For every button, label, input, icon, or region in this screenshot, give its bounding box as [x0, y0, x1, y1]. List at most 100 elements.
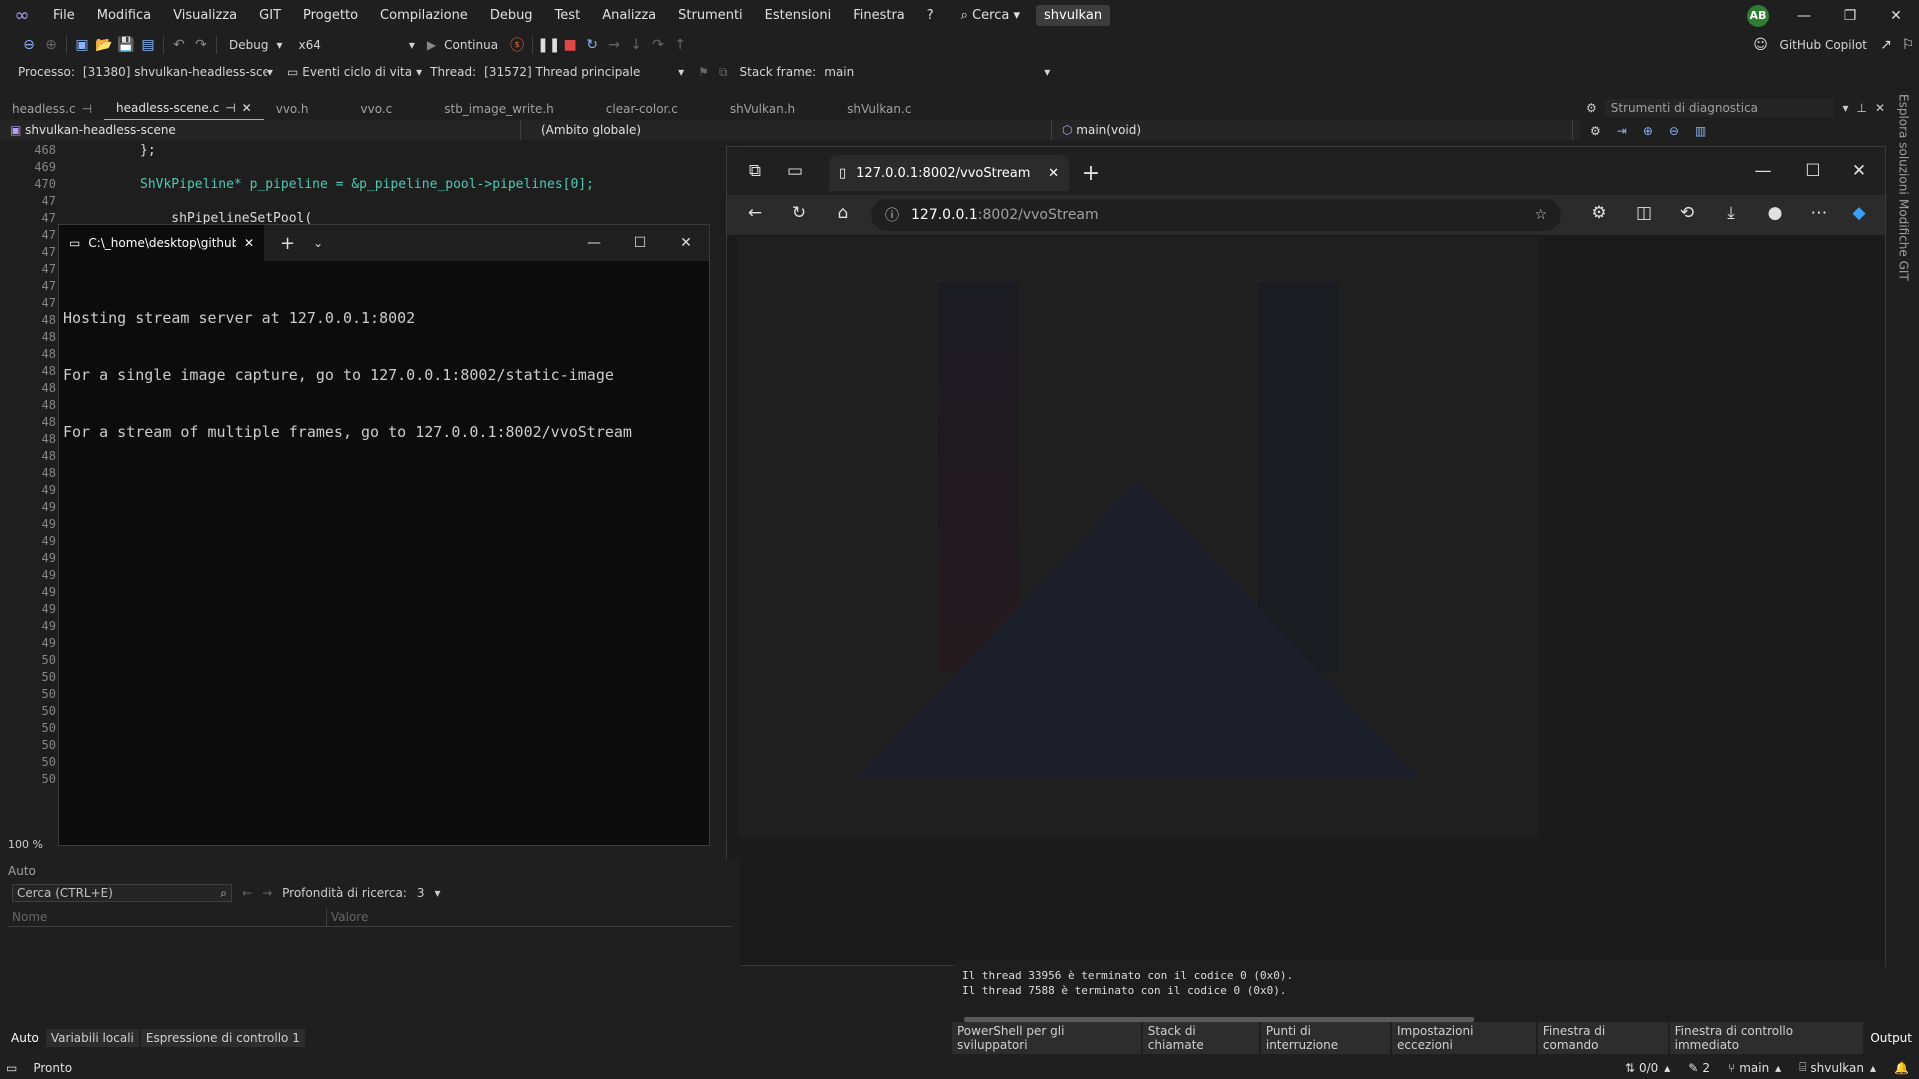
- branch-name[interactable]: main: [1739, 1061, 1769, 1075]
- process-dropdown[interactable]: [31380] shvulkan-headless-scene.e: [79, 65, 267, 79]
- scope-dropdown[interactable]: (Ambito globale): [521, 120, 1052, 140]
- menu-estensioni[interactable]: Estensioni: [754, 0, 843, 31]
- history-icon[interactable]: ⟲: [1675, 203, 1699, 223]
- search-forward-icon[interactable]: →: [262, 886, 272, 900]
- restart-icon[interactable]: ↻: [581, 37, 603, 53]
- menu-analizza[interactable]: Analizza: [591, 0, 667, 31]
- tab-call-stack[interactable]: Stack di chiamate: [1142, 1022, 1259, 1054]
- workspaces-icon[interactable]: ⧉: [743, 161, 767, 181]
- close-icon[interactable]: ✕: [663, 235, 709, 251]
- tab-vvo-c[interactable]: vvo.c: [320, 98, 404, 120]
- profile-icon[interactable]: ●: [1763, 203, 1787, 223]
- search-depth-dropdown[interactable]: 3: [417, 886, 425, 900]
- git-changes-count[interactable]: 0/0: [1639, 1061, 1658, 1075]
- project-dropdown[interactable]: ▣ shvulkan-headless-scene: [0, 120, 521, 140]
- terminal-tab[interactable]: ▭ C:\_home\desktop\github\sh ✕: [59, 225, 264, 261]
- back-icon[interactable]: ←: [743, 203, 767, 223]
- new-item-icon[interactable]: ▣: [71, 37, 93, 53]
- menu-progetto[interactable]: Progetto: [292, 0, 369, 31]
- tab-actions-icon[interactable]: ▭: [783, 161, 807, 181]
- tab-stb-image-write-h[interactable]: stb_image_write.h: [404, 98, 566, 120]
- settings-icon[interactable]: ⚙: [1586, 101, 1597, 115]
- stackframe-dropdown[interactable]: main: [824, 65, 1044, 79]
- copilot-icon[interactable]: ◆: [1847, 203, 1871, 223]
- lifecycle-events-button[interactable]: Eventi ciclo di vita: [298, 65, 416, 79]
- thread-dropdown[interactable]: [31572] Thread principale: [480, 65, 678, 79]
- menu-test[interactable]: Test: [544, 0, 592, 31]
- pin-icon[interactable]: ⊣: [82, 98, 92, 120]
- tab-watch-1[interactable]: Espressione di controllo 1: [140, 1029, 305, 1047]
- pin-icon[interactable]: ⊣: [225, 97, 235, 119]
- menu-modifica[interactable]: Modifica: [86, 0, 162, 31]
- redo-icon[interactable]: ↷: [190, 37, 212, 53]
- account-avatar[interactable]: AB: [1747, 4, 1769, 27]
- tab-vvo-h[interactable]: vvo.h: [264, 98, 321, 120]
- autos-search-input[interactable]: Cerca (CTRL+E) ⌕: [12, 884, 232, 902]
- close-icon[interactable]: ✕: [1873, 8, 1919, 24]
- minimize-icon[interactable]: —: [571, 235, 617, 251]
- url-field[interactable]: ⓘ 127.0.0.1:8002/vvoStream ☆: [871, 199, 1561, 231]
- close-icon[interactable]: ✕: [1875, 101, 1885, 115]
- zoom-out-icon[interactable]: ⊖: [1669, 124, 1679, 138]
- menu-file[interactable]: File: [42, 0, 86, 31]
- configuration-dropdown[interactable]: Debug: [221, 38, 276, 52]
- restore-icon[interactable]: ❐: [1827, 8, 1873, 24]
- hot-reload-icon[interactable]: ⓢ: [506, 35, 528, 55]
- tab-output[interactable]: Output: [1865, 1029, 1917, 1047]
- browser-tab[interactable]: ▯ 127.0.0.1:8002/vvoStream ✕: [829, 155, 1069, 191]
- tab-locals[interactable]: Variabili locali: [45, 1029, 139, 1047]
- maximize-icon[interactable]: ☐: [1801, 161, 1825, 181]
- git-changes-rail-tab[interactable]: Modifiche GIT: [1897, 199, 1911, 281]
- terminal-output[interactable]: Hosting stream server at 127.0.0.1:8002 …: [59, 261, 709, 490]
- chart-icon[interactable]: ▥: [1695, 124, 1706, 138]
- diagnostic-tools-title[interactable]: Strumenti di diagnostica: [1604, 99, 1835, 117]
- minimize-icon[interactable]: —: [1751, 161, 1775, 181]
- step-over-icon[interactable]: ↷: [647, 37, 669, 53]
- save-all-icon[interactable]: ▤: [137, 37, 159, 53]
- tab-shvulkan-h[interactable]: shVulkan.h: [690, 98, 807, 120]
- menu-help[interactable]: ?: [916, 0, 945, 31]
- member-dropdown[interactable]: ⬡ main(void): [1052, 120, 1573, 140]
- github-copilot-button[interactable]: GitHub Copilot: [1772, 38, 1875, 52]
- search-back-icon[interactable]: ←: [242, 886, 252, 900]
- menu-compilazione[interactable]: Compilazione: [369, 0, 479, 31]
- zoom-level[interactable]: 100 %: [8, 838, 43, 851]
- split-screen-icon[interactable]: ◫: [1632, 203, 1656, 223]
- navigate-back-icon[interactable]: ⊖: [18, 37, 40, 53]
- tab-headless-scene-c[interactable]: headless-scene.c ⊣ ✕: [104, 97, 264, 121]
- step-into-icon[interactable]: ↓: [625, 37, 647, 53]
- column-header-value[interactable]: Valore: [327, 908, 372, 926]
- close-icon[interactable]: ✕: [1847, 161, 1871, 181]
- refresh-icon[interactable]: ↻: [787, 203, 811, 223]
- show-next-statement-icon[interactable]: →: [603, 37, 625, 53]
- downloads-icon[interactable]: ⤓: [1719, 203, 1743, 223]
- solution-explorer-rail-tab[interactable]: Esplora soluzioni: [1897, 94, 1911, 195]
- continue-button[interactable]: Continua: [436, 38, 506, 52]
- tab-clear-color-c[interactable]: clear-color.c: [566, 98, 690, 120]
- menu-finestra[interactable]: Finestra: [842, 0, 916, 31]
- menu-strumenti[interactable]: Strumenti: [667, 0, 754, 31]
- undo-icon[interactable]: ↶: [168, 37, 190, 53]
- menu-visualizza[interactable]: Visualizza: [162, 0, 248, 31]
- close-tab-icon[interactable]: ✕: [244, 236, 254, 250]
- tab-exception-settings[interactable]: Impostazioni eccezioni: [1392, 1022, 1536, 1054]
- chevron-down-icon[interactable]: ⌄: [313, 236, 323, 250]
- menu-git[interactable]: GIT: [248, 0, 292, 31]
- close-tab-icon[interactable]: ✕: [242, 97, 252, 119]
- open-file-icon[interactable]: 📂: [93, 37, 115, 53]
- tab-breakpoints[interactable]: Punti di interruzione: [1260, 1022, 1390, 1054]
- new-tab-icon[interactable]: +: [280, 233, 295, 254]
- settings-icon[interactable]: ⚙: [1590, 124, 1601, 138]
- export-icon[interactable]: ⇥: [1617, 124, 1627, 138]
- navigate-forward-icon[interactable]: ⊕: [40, 37, 62, 53]
- stop-icon[interactable]: ■: [559, 37, 581, 53]
- save-icon[interactable]: 💾: [115, 37, 137, 53]
- filter-thread-icon[interactable]: ⧉: [719, 65, 728, 80]
- share-icon[interactable]: ↗: [1875, 37, 1897, 53]
- flag-thread-icon[interactable]: ⚑: [698, 65, 709, 79]
- pending-edits-count[interactable]: 2: [1702, 1061, 1710, 1075]
- menu-debug[interactable]: Debug: [479, 0, 544, 31]
- tab-immediate-window[interactable]: Finestra di controllo immediato: [1669, 1022, 1864, 1054]
- platform-dropdown[interactable]: x64: [283, 38, 329, 52]
- tab-command-window[interactable]: Finestra di comando: [1537, 1022, 1668, 1054]
